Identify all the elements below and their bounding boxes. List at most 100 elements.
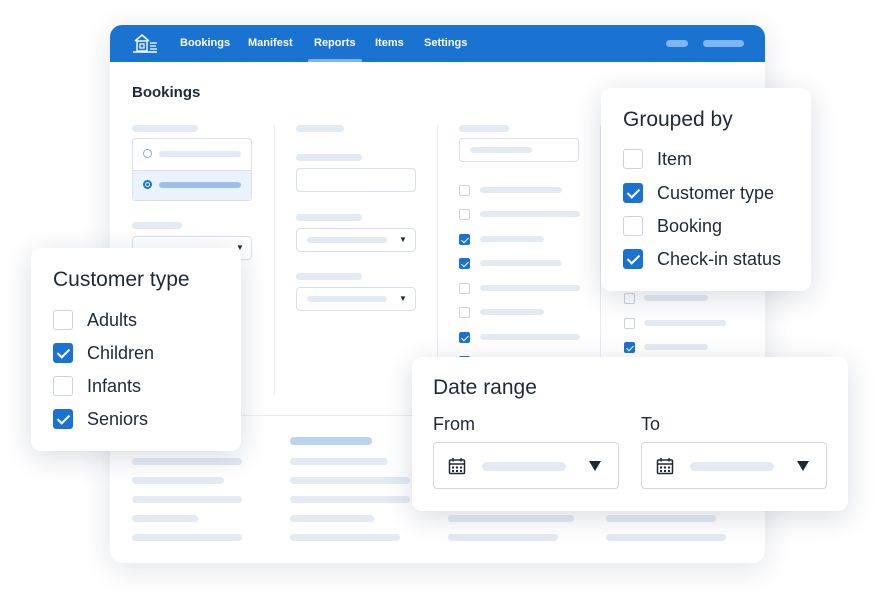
column-divider bbox=[437, 125, 438, 395]
list-checkbox[interactable] bbox=[459, 185, 470, 196]
list-item-placeholder bbox=[644, 295, 708, 301]
checkbox-label: Adults bbox=[87, 310, 138, 330]
radio-option-1[interactable] bbox=[143, 149, 152, 158]
nav-bookings[interactable]: Bookings bbox=[180, 25, 230, 62]
checkbox-label: Seniors bbox=[87, 409, 149, 429]
checkbox-label: Check-in status bbox=[657, 249, 782, 269]
list-item-placeholder bbox=[480, 236, 544, 242]
column-divider bbox=[274, 125, 275, 395]
list-checkbox[interactable] bbox=[624, 342, 635, 353]
checkbox-label: Children bbox=[87, 343, 155, 363]
calendar-icon bbox=[656, 458, 674, 475]
customer-type-card: Customer type Adults Children Infants Se… bbox=[31, 248, 241, 451]
booking-checkbox[interactable] bbox=[623, 216, 643, 236]
list-checkbox[interactable] bbox=[459, 209, 470, 220]
grouped-by-option-booking[interactable]: Booking bbox=[623, 215, 803, 237]
table-cell-placeholder bbox=[290, 496, 410, 503]
list-item-placeholder bbox=[480, 309, 544, 315]
from-date-select[interactable] bbox=[433, 442, 619, 489]
table-cell-placeholder bbox=[132, 496, 242, 503]
caret-down-icon bbox=[797, 461, 809, 471]
infants-checkbox[interactable] bbox=[53, 376, 73, 396]
radio-option-2-placeholder bbox=[159, 182, 241, 188]
checkbox-label: Item bbox=[657, 149, 693, 169]
table-cell-placeholder bbox=[606, 515, 716, 522]
list-checkbox[interactable] bbox=[459, 234, 470, 245]
list-checkbox[interactable] bbox=[459, 283, 470, 294]
caret-down-icon bbox=[589, 461, 601, 471]
filter-label-placeholder bbox=[132, 222, 182, 229]
table-header-placeholder bbox=[290, 437, 372, 445]
grouped-by-card: Grouped by Item Customer type Booking Ch… bbox=[601, 88, 811, 291]
customer-type-title: Customer type bbox=[53, 268, 190, 291]
filter-label-placeholder bbox=[296, 273, 362, 280]
to-label: To bbox=[641, 414, 661, 434]
nav-reports[interactable]: Reports bbox=[308, 25, 362, 62]
customer-type-option-children[interactable]: Children bbox=[53, 342, 233, 364]
list-checkbox[interactable] bbox=[624, 318, 635, 329]
table-cell-placeholder bbox=[290, 477, 410, 484]
list-item-placeholder bbox=[480, 187, 562, 193]
list-checkbox[interactable] bbox=[459, 332, 470, 343]
house-logo-icon[interactable] bbox=[132, 32, 158, 54]
list-item-placeholder bbox=[480, 260, 562, 266]
grouped-by-title: Grouped by bbox=[623, 108, 733, 131]
text-input-placeholder[interactable] bbox=[296, 168, 416, 192]
page-title: Bookings bbox=[132, 84, 201, 101]
date-range-card: Date range From To bbox=[412, 357, 848, 511]
table-cell-placeholder bbox=[448, 534, 558, 541]
table-cell-placeholder bbox=[290, 458, 388, 465]
filter-label-placeholder bbox=[296, 154, 362, 161]
top-navbar: Bookings Manifest Reports Items Settings bbox=[110, 25, 765, 62]
grouped-by-option-customer-type[interactable]: Customer type bbox=[623, 182, 803, 204]
list-item-placeholder bbox=[480, 334, 580, 340]
nav-user-placeholder[interactable] bbox=[666, 40, 688, 47]
children-checkbox[interactable] bbox=[53, 343, 73, 363]
filter-label-placeholder bbox=[296, 125, 344, 132]
checkbox-label: Booking bbox=[657, 216, 723, 236]
checkbox-label: Infants bbox=[87, 376, 142, 396]
to-date-placeholder bbox=[690, 462, 774, 471]
from-date-placeholder bbox=[482, 462, 566, 471]
table-cell-placeholder bbox=[290, 515, 374, 522]
table-cell-placeholder bbox=[132, 458, 242, 465]
search-value-placeholder bbox=[470, 147, 532, 153]
list-item-placeholder bbox=[480, 285, 580, 291]
grouped-by-option-item[interactable]: Item bbox=[623, 148, 803, 170]
table-cell-placeholder bbox=[132, 534, 242, 541]
table-cell-placeholder bbox=[606, 534, 726, 541]
customer-type-option-infants[interactable]: Infants bbox=[53, 375, 233, 397]
seniors-checkbox[interactable] bbox=[53, 409, 73, 429]
calendar-icon bbox=[448, 458, 466, 475]
customer-type-checkbox[interactable] bbox=[623, 183, 643, 203]
list-item-placeholder bbox=[644, 320, 726, 326]
nav-settings[interactable]: Settings bbox=[424, 25, 467, 62]
grouped-by-option-check-in-status[interactable]: Check-in status bbox=[623, 248, 803, 270]
nav-account-placeholder[interactable] bbox=[703, 40, 744, 47]
adults-checkbox[interactable] bbox=[53, 310, 73, 330]
customer-type-option-seniors[interactable]: Seniors bbox=[53, 408, 233, 430]
list-checkbox[interactable] bbox=[459, 258, 470, 269]
filter-label-placeholder bbox=[459, 125, 509, 132]
date-range-title: Date range bbox=[433, 376, 537, 399]
select-value-placeholder bbox=[307, 237, 387, 243]
customer-type-option-adults[interactable]: Adults bbox=[53, 309, 233, 331]
checkbox-label: Customer type bbox=[657, 183, 775, 203]
list-checkbox[interactable] bbox=[459, 307, 470, 318]
filter-label-placeholder bbox=[132, 125, 198, 132]
list-checkbox[interactable] bbox=[624, 293, 635, 304]
caret-down-icon: ▼ bbox=[399, 235, 407, 244]
radio-option-2[interactable] bbox=[143, 180, 152, 189]
table-cell-placeholder bbox=[448, 515, 574, 522]
from-label: From bbox=[433, 414, 475, 434]
nav-manifest[interactable]: Manifest bbox=[248, 25, 293, 62]
caret-down-icon: ▼ bbox=[399, 294, 407, 303]
check-in-status-checkbox[interactable] bbox=[623, 249, 643, 269]
table-cell-placeholder bbox=[132, 515, 198, 522]
item-checkbox[interactable] bbox=[623, 149, 643, 169]
radio-option-1-placeholder bbox=[159, 151, 241, 157]
list-item-placeholder bbox=[480, 211, 580, 217]
nav-items[interactable]: Items bbox=[375, 25, 404, 62]
radio-group bbox=[132, 138, 252, 201]
to-date-select[interactable] bbox=[641, 442, 827, 489]
